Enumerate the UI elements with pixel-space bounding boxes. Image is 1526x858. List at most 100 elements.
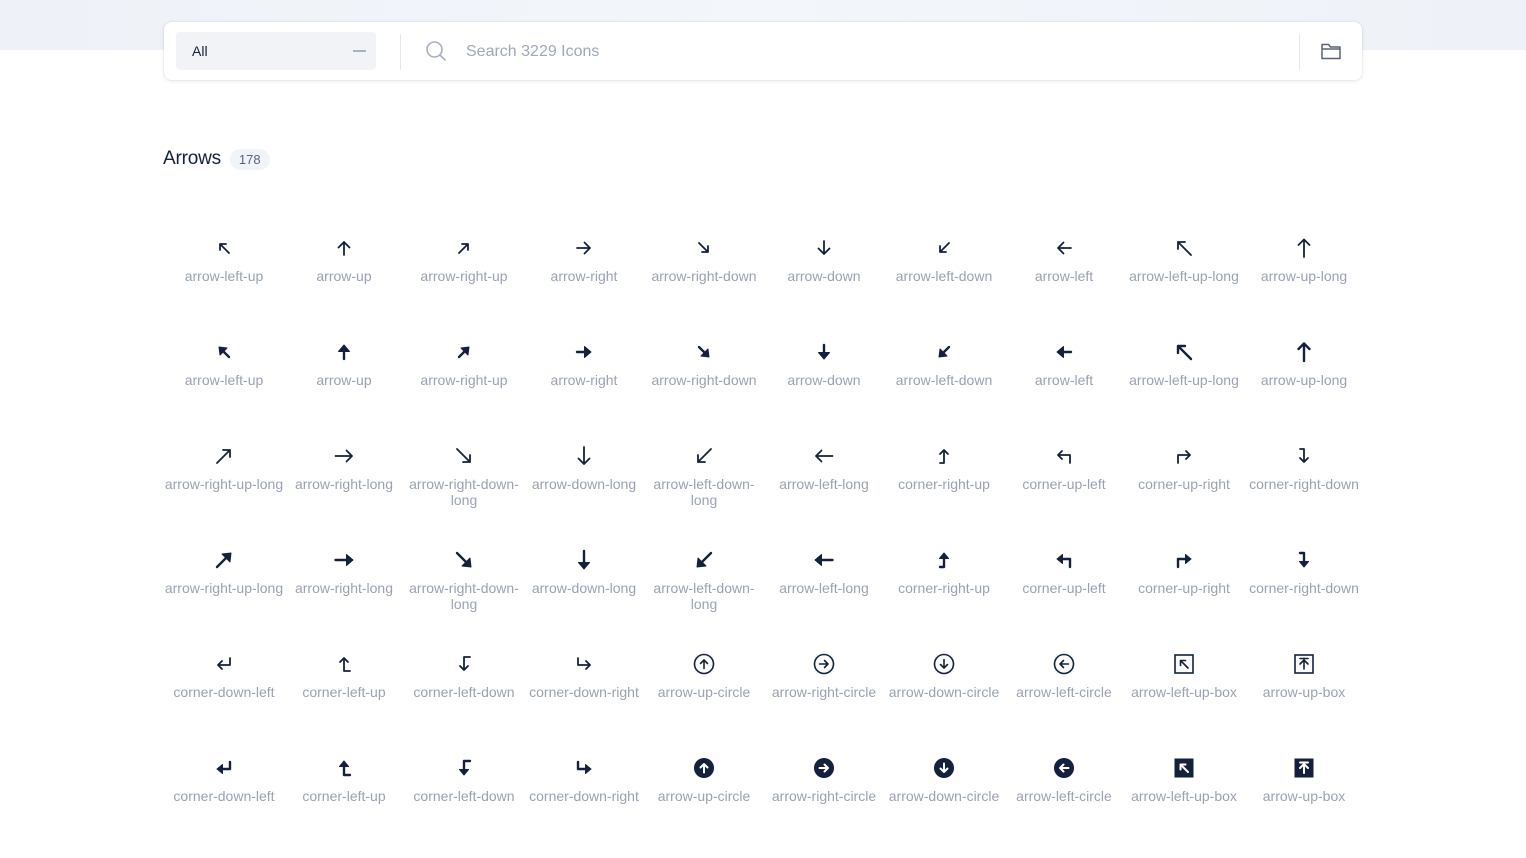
- icon-card[interactable]: corner-up-right: [1124, 428, 1244, 532]
- icon-card[interactable]: corner-up-right: [1124, 532, 1244, 636]
- arrow-up-box-icon: [1292, 652, 1316, 676]
- icon-card[interactable]: arrow-left-down: [884, 324, 1004, 428]
- section-title: Arrows: [163, 148, 221, 169]
- icon-label: arrow-up-long: [1260, 268, 1348, 284]
- search-input[interactable]: [464, 35, 1288, 69]
- icon-card[interactable]: arrow-right-up: [404, 324, 524, 428]
- icon-label: arrow-down-circle: [888, 684, 1000, 700]
- icon-label: arrow-right-down: [651, 268, 757, 284]
- icon-card[interactable]: arrow-left-up: [164, 220, 284, 324]
- section-header: Arrows 178: [163, 148, 270, 170]
- icon-card[interactable]: corner-down-right: [524, 740, 644, 844]
- icon-card[interactable]: arrow-left-up: [164, 324, 284, 428]
- icon-label: arrow-up-box: [1262, 684, 1346, 700]
- icon-card[interactable]: arrow-up-circle: [644, 740, 764, 844]
- icon-card[interactable]: arrow-down-circle: [884, 636, 1004, 740]
- arrow-left-down-icon: [932, 236, 956, 260]
- arrow-up-icon: [332, 236, 356, 260]
- icon-card[interactable]: corner-left-up: [284, 636, 404, 740]
- icon-card[interactable]: arrow-left: [1004, 324, 1124, 428]
- icon-card[interactable]: arrow-left-up-box: [1124, 636, 1244, 740]
- icon-card[interactable]: corner-left-up: [284, 740, 404, 844]
- icon-label: arrow-left-circle: [1016, 684, 1112, 700]
- icon-card[interactable]: corner-left-down: [404, 740, 524, 844]
- icon-card[interactable]: corner-right-up: [884, 532, 1004, 636]
- icon-card[interactable]: arrow-right: [524, 324, 644, 428]
- icon-card[interactable]: arrow-right: [524, 220, 644, 324]
- icon-label: arrow-right-long: [294, 580, 394, 596]
- icon-card[interactable]: arrow-up-box: [1244, 740, 1364, 844]
- icon-card[interactable]: arrow-right-up: [404, 220, 524, 324]
- icon-card[interactable]: arrow-down-long: [524, 428, 644, 532]
- icon-card[interactable]: corner-right-down: [1244, 532, 1364, 636]
- arrow-right-up-long-icon: [212, 548, 236, 572]
- icon-card[interactable]: arrow-left-circle: [1004, 740, 1124, 844]
- icon-card[interactable]: arrow-left-up-long: [1124, 220, 1244, 324]
- icon-label: arrow-left-down-long: [653, 476, 755, 508]
- icon-card[interactable]: arrow-up-box: [1244, 636, 1364, 740]
- icon-card[interactable]: corner-down-left: [164, 740, 284, 844]
- folder-icon[interactable]: [1319, 39, 1343, 63]
- icon-card[interactable]: arrow-down: [764, 324, 884, 428]
- icon-card[interactable]: arrow-left: [1004, 220, 1124, 324]
- icon-card[interactable]: arrow-up-long: [1244, 324, 1364, 428]
- arrow-left-long-icon: [812, 444, 836, 468]
- icon-card[interactable]: arrow-right-down: [644, 220, 764, 324]
- icon-card[interactable]: arrow-right-down-long: [404, 532, 524, 636]
- icon-label: arrow-right-down-long: [409, 580, 519, 612]
- icon-label: arrow-down-long: [531, 580, 637, 596]
- icon-card[interactable]: arrow-down: [764, 220, 884, 324]
- corner-left-up-icon: [332, 756, 356, 780]
- icon-card[interactable]: arrow-left-down-long: [644, 428, 764, 532]
- icon-label: arrow-down-long: [531, 476, 637, 492]
- icon-card[interactable]: arrow-up-long: [1244, 220, 1364, 324]
- icon-label: corner-up-right: [1138, 580, 1230, 596]
- icon-card[interactable]: corner-down-right: [524, 636, 644, 740]
- icon-card[interactable]: arrow-left-long: [764, 428, 884, 532]
- icon-card[interactable]: arrow-right-up-long: [164, 532, 284, 636]
- arrow-up-box-icon: [1292, 756, 1316, 780]
- arrow-down-circle-icon: [932, 652, 956, 676]
- icon-card[interactable]: arrow-up: [284, 324, 404, 428]
- icon-card[interactable]: arrow-right-circle: [764, 636, 884, 740]
- category-select-value: All: [192, 43, 208, 59]
- icon-card[interactable]: arrow-left-down: [884, 220, 1004, 324]
- icon-card[interactable]: arrow-down-circle: [884, 740, 1004, 844]
- icon-card[interactable]: corner-up-left: [1004, 532, 1124, 636]
- icon-label: corner-left-down: [413, 684, 515, 700]
- icon-card[interactable]: corner-right-up: [884, 428, 1004, 532]
- icon-label: corner-left-up: [302, 684, 386, 700]
- icon-label: arrow-up: [316, 268, 372, 284]
- arrow-down-circle-icon: [932, 756, 956, 780]
- icon-card[interactable]: arrow-left-up-box: [1124, 740, 1244, 844]
- divider: [1299, 34, 1300, 70]
- icon-card[interactable]: arrow-right-circle: [764, 740, 884, 844]
- icon-card[interactable]: arrow-right-down-long: [404, 428, 524, 532]
- icon-label: arrow-right-up: [420, 268, 508, 284]
- corner-up-left-icon: [1052, 444, 1076, 468]
- icon-card[interactable]: arrow-right-long: [284, 428, 404, 532]
- corner-right-up-icon: [932, 548, 956, 572]
- icon-card[interactable]: corner-down-left: [164, 636, 284, 740]
- icon-card[interactable]: arrow-right-down: [644, 324, 764, 428]
- icon-card[interactable]: corner-left-down: [404, 636, 524, 740]
- icon-card[interactable]: arrow-up-circle: [644, 636, 764, 740]
- icon-card[interactable]: corner-up-left: [1004, 428, 1124, 532]
- icon-card[interactable]: arrow-right-up-long: [164, 428, 284, 532]
- icon-label: arrow-left-down-long: [653, 580, 755, 612]
- icon-card[interactable]: arrow-up: [284, 220, 404, 324]
- icon-card[interactable]: arrow-left-circle: [1004, 636, 1124, 740]
- arrow-down-long-icon: [572, 548, 596, 572]
- icon-card[interactable]: arrow-left-down-long: [644, 532, 764, 636]
- icon-card[interactable]: arrow-down-long: [524, 532, 644, 636]
- icon-card[interactable]: arrow-left-up-long: [1124, 324, 1244, 428]
- arrow-left-down-long-icon: [692, 548, 716, 572]
- icon-card[interactable]: arrow-left-long: [764, 532, 884, 636]
- icon-label: arrow-left-circle: [1016, 788, 1112, 804]
- arrow-up-long-icon: [1292, 340, 1316, 364]
- arrow-left-up-icon: [212, 340, 236, 364]
- arrow-right-down-long-icon: [452, 444, 476, 468]
- icon-card[interactable]: arrow-right-long: [284, 532, 404, 636]
- category-select[interactable]: All: [176, 32, 376, 70]
- icon-card[interactable]: corner-right-down: [1244, 428, 1364, 532]
